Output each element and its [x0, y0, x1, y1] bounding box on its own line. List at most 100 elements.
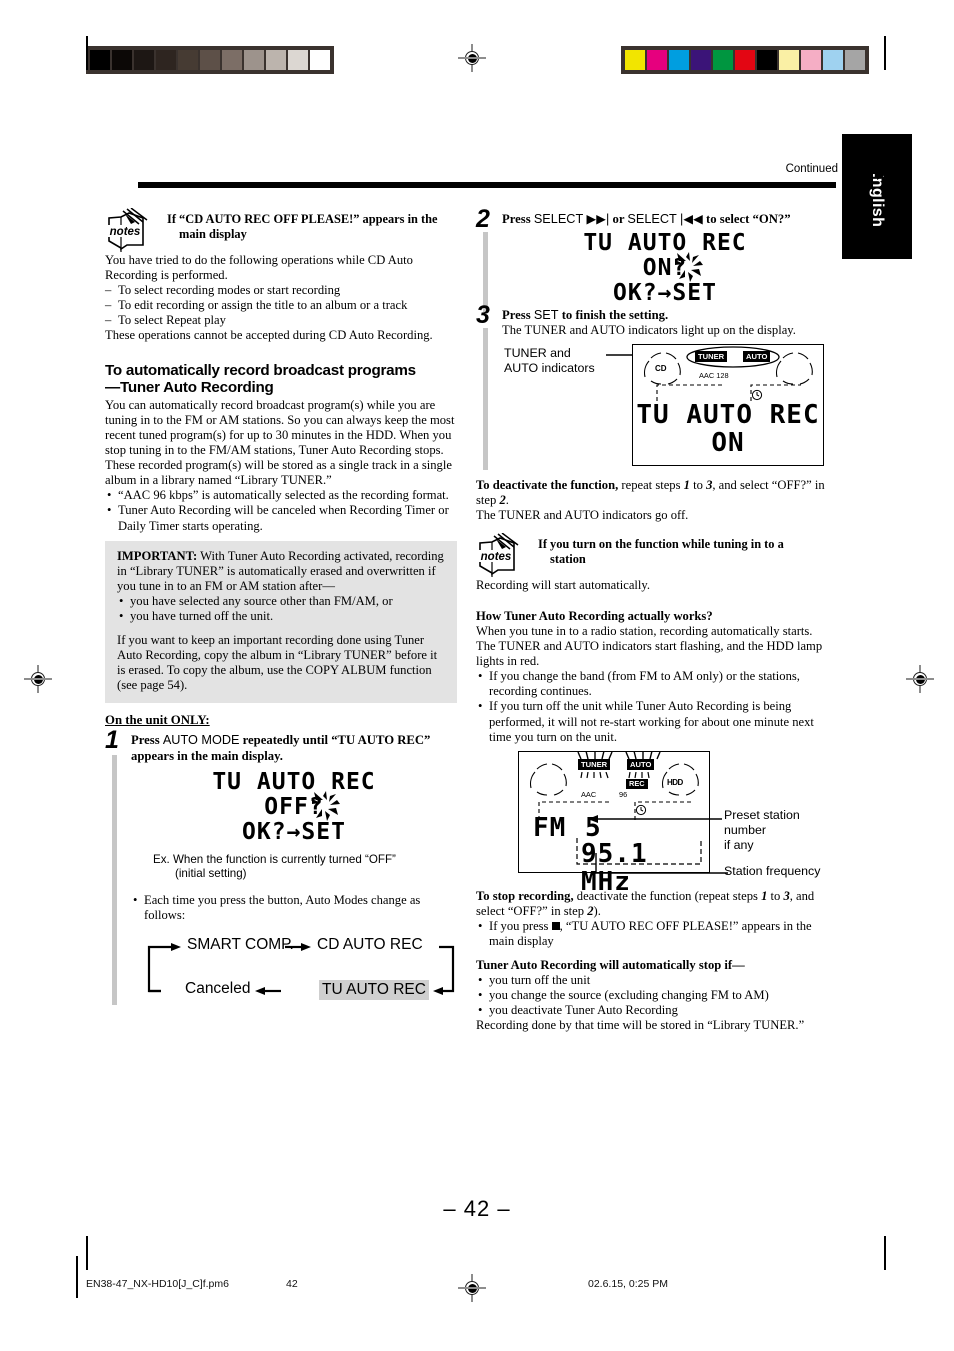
- list-item: Each time you press the button, Auto Mod…: [131, 893, 457, 923]
- preset-callout-leader: [588, 814, 722, 823]
- note-turn-on-while-tuning: notes If you turn on the function while …: [476, 532, 828, 577]
- flashing-rays-icon: [311, 790, 340, 821]
- how-works-bullets: If you change the band (from FM to AM on…: [476, 669, 828, 744]
- lcd-illustration-1: TUNER and AUTO indicators CD TUNER AUTO …: [502, 342, 828, 470]
- lcd-display-step2: TU AUTO REC ON? OK?→SET: [502, 231, 828, 306]
- step-title: Press SET to finish the setting.: [502, 308, 669, 323]
- calibration-swatch-8: [800, 49, 822, 71]
- list-item: To select recording modes or start recor…: [105, 283, 457, 298]
- step-rule: [112, 755, 117, 1006]
- step-rule: [483, 328, 488, 470]
- list-item: If you press , “TU AUTO REC OFF PLEASE!”…: [476, 919, 828, 949]
- note-heading: If “CD AUTO REC OFF PLEASE!” appears in …: [167, 212, 438, 241]
- color-calibration-bar: [621, 46, 869, 74]
- calibration-swatch-2: [668, 49, 690, 71]
- registration-mark-right: [906, 665, 934, 693]
- step-title: Press SELECT ▶▶| or SELECT |◀◀ to select…: [502, 212, 791, 226]
- calibration-swatch-1: [111, 49, 133, 71]
- lcd-display-step1: TU AUTO REC OFF? OK?→SET: [131, 769, 457, 845]
- lcd-panel: CD TUNER AUTO AAC 128 TU AUTO REC ON: [632, 343, 824, 466]
- list-item: If you change the band (from FM to AM on…: [476, 669, 828, 699]
- step-3-subtext: The TUNER and AUTO indicators light up o…: [502, 323, 796, 338]
- select-forward-button: SELECT ▶▶|: [533, 212, 610, 226]
- indicator-highlight-ellipse: [686, 345, 780, 368]
- section-heading: To automatically record broadcast progra…: [105, 361, 416, 397]
- lcd-main-line-2: ON: [711, 427, 745, 458]
- step-2: 2 Press SELECT ▶▶| or SELECT |◀◀ to sele…: [476, 207, 828, 313]
- lcd-illustration-2: TUNER AUTO REC HDD AAC 96 FM 5 95.1 MHz …: [476, 750, 828, 896]
- stop-recording-bullets: If you press , “TU AUTO REC OFF PLEASE!”…: [476, 919, 828, 949]
- calibration-swatch-5: [734, 49, 756, 71]
- calibration-swatch-8: [265, 49, 287, 71]
- svg-text:notes: notes: [481, 551, 512, 563]
- registration-mark-top: [458, 44, 486, 72]
- continued-arrow-icon: [845, 158, 895, 180]
- auto-stop-bullets: you turn off the unit you change the sou…: [476, 973, 828, 1018]
- important-bullets: you have selected any source other than …: [117, 594, 447, 624]
- codec-label: AAC 128: [699, 370, 729, 380]
- registration-mark-left: [24, 665, 52, 693]
- cycle-item-canceled: Canceled: [185, 980, 251, 998]
- calibration-swatch-1: [646, 49, 668, 71]
- calibration-swatch-10: [844, 49, 866, 71]
- select-back-button: SELECT |◀◀: [627, 212, 703, 226]
- step-1: 1 Press AUTO MODE repeatedly until “TU A…: [105, 728, 457, 1006]
- codec-label-aac: AAC: [581, 789, 597, 799]
- right-column: 2 Press SELECT ▶▶| or SELECT |◀◀ to sele…: [476, 207, 828, 1034]
- list-item: To edit recording or assign the title to…: [105, 298, 457, 313]
- document-page: English Continued notes If “CD AUTO REC …: [0, 0, 954, 1351]
- grayscale-calibration-bar: [86, 46, 334, 74]
- list-item: To select Repeat play: [105, 313, 457, 328]
- auto-mode-button: AUTO MODE: [162, 733, 240, 748]
- page-number: – 42 –: [443, 1196, 511, 1221]
- lcd-line-1: TU AUTO REC: [583, 230, 747, 257]
- calibration-swatch-10: [309, 49, 331, 71]
- calibration-swatch-3: [690, 49, 712, 71]
- note-item-list: To select recording modes or start recor…: [105, 283, 457, 328]
- calibration-swatch-5: [199, 49, 221, 71]
- callout-leader-line: [606, 353, 634, 356]
- flashing-rays-icon: [675, 252, 704, 283]
- auto-mode-cycle-diagram: SMART COMP. CD AUTO REC TU AUTO REC Canc…: [143, 933, 463, 1005]
- auto-stop-footer: Recording done by that time will be stor…: [476, 1018, 805, 1033]
- indicator-hdd: HDD: [667, 777, 683, 787]
- set-button: SET: [533, 308, 559, 323]
- calibration-swatch-0: [89, 49, 111, 71]
- svg-text:notes: notes: [110, 226, 141, 238]
- cycle-item-tu-auto-rec: TU AUTO REC: [319, 980, 429, 1001]
- list-item: you deactivate Tuner Auto Recording: [476, 1003, 828, 1018]
- lcd-line-2-flashing: ON?: [502, 252, 828, 283]
- spectrum-arc-left-icon: [529, 763, 567, 796]
- lcd-main-line-1: TU AUTO REC: [636, 399, 820, 430]
- notes-icon: notes: [108, 208, 148, 252]
- how-works-paragraph-1: When you tune in to a radio station, rec…: [476, 623, 813, 638]
- indicator-tuner: TUNER: [578, 758, 611, 770]
- calibration-swatch-7: [778, 49, 800, 71]
- note-cd-auto-rec-off: notes If “CD AUTO REC OFF PLEASE!” appea…: [105, 208, 457, 252]
- step-number: 1: [105, 726, 119, 755]
- calibration-swatch-9: [822, 49, 844, 71]
- flash-lines-below-auto-icon: [628, 771, 650, 778]
- timer-clock-icon: [751, 389, 763, 400]
- calibration-swatch-7: [243, 49, 265, 71]
- example-note: Ex. When the function is currently turne…: [153, 852, 396, 880]
- footer-filename: EN38-47_NX-HD10[J_C]f.pm6: [86, 1278, 229, 1290]
- crop-mark-bottom-right: [884, 1236, 886, 1270]
- list-item: you turn off the unit: [476, 973, 828, 988]
- calibration-swatch-6: [221, 49, 243, 71]
- section-paragraph-2: These recorded program(s) will be stored…: [105, 458, 452, 488]
- indicator-auto: AUTO: [627, 758, 655, 770]
- important-paragraph-2: If you want to keep an important recordi…: [117, 633, 438, 693]
- calibration-swatch-6: [756, 49, 778, 71]
- note-footer: These operations cannot be accepted duri…: [105, 328, 433, 343]
- notes-icon: notes: [479, 532, 519, 577]
- step-title: Press AUTO MODE repeatedly until “TU AUT…: [131, 733, 431, 763]
- section-paragraph-1: You can automatically record broadcast p…: [105, 397, 455, 458]
- lcd-line-3: OK?→SET: [613, 280, 717, 307]
- how-works-paragraph-2: The TUNER and AUTO indicators start flas…: [476, 639, 823, 669]
- section-bullets: “AAC 96 kbps” is automatically selected …: [105, 488, 457, 533]
- lcd-line-3: OK?→SET: [242, 818, 346, 845]
- auto-stop-heading: Tuner Auto Recording will automatically …: [476, 958, 745, 973]
- calibration-swatch-4: [712, 49, 734, 71]
- step1-bullets: Each time you press the button, Auto Mod…: [131, 893, 457, 923]
